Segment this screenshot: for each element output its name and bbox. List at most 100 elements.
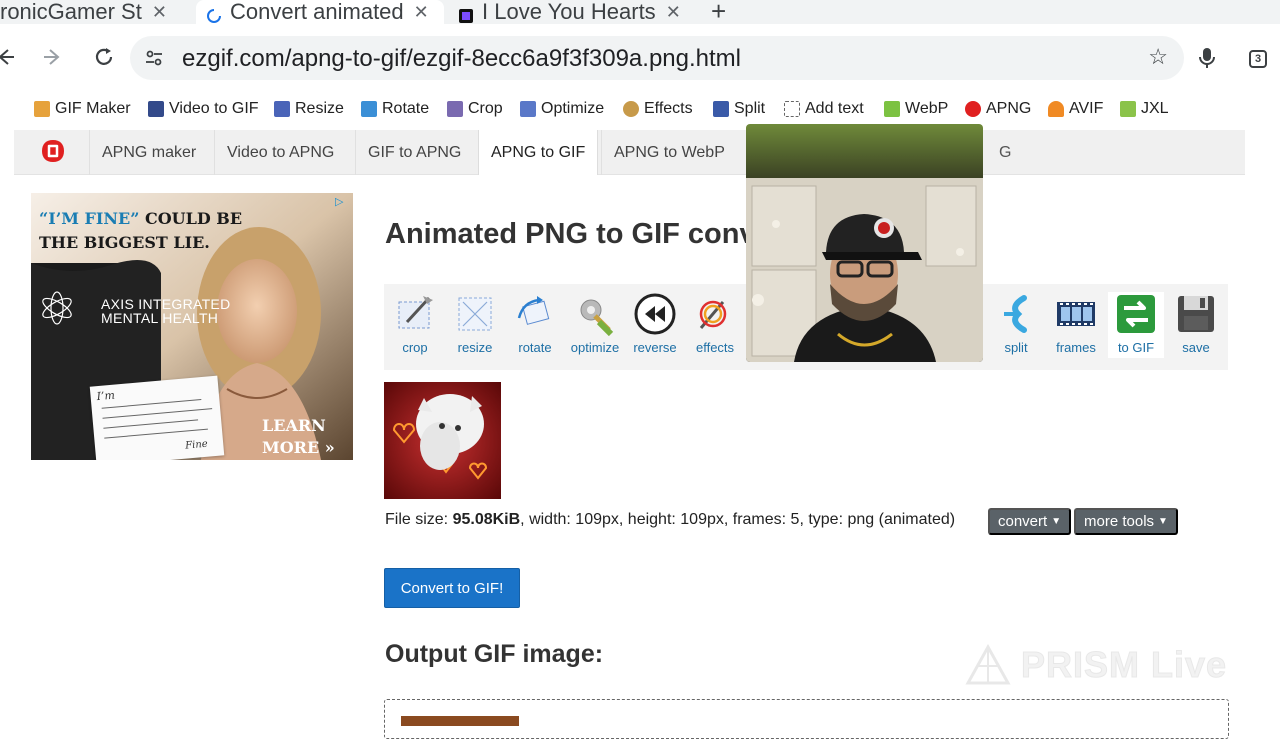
nav-item-rotate[interactable]: Rotate	[361, 100, 429, 118]
nav-item-effects[interactable]: Effects	[623, 100, 693, 118]
nav-item-video-to-gif[interactable]: Video to GIF	[148, 100, 259, 118]
resize-tool-icon	[458, 297, 492, 331]
browser-tab-active[interactable]: Convert animated ✕	[196, 0, 444, 24]
reverse-tool-icon	[634, 293, 676, 335]
prism-logo-icon	[965, 644, 1011, 685]
bookmark-star-icon[interactable]: ☆	[1148, 44, 1168, 70]
rotate-tool-icon	[517, 296, 550, 325]
tool-resize[interactable]: resize	[447, 292, 503, 358]
output-image-box	[384, 699, 1229, 739]
nav-item-label: WebP	[905, 100, 949, 117]
url-text[interactable]: ezgif.com/apng-to-gif/ezgif-8ecc6a9f3f30…	[182, 45, 741, 73]
nav-item-label: Split	[734, 100, 766, 117]
more-tools-dropdown-label: more tools	[1084, 513, 1155, 530]
ad-note-text: I’m	[96, 388, 116, 404]
tool-to-gif[interactable]: to GIF	[1108, 292, 1164, 358]
tool-frames[interactable]: frames	[1048, 292, 1104, 358]
reload-icon[interactable]	[91, 44, 117, 70]
convert-dropdown-label: convert	[998, 513, 1048, 530]
ad-cta-line: LEARN	[262, 416, 326, 435]
tool-rotate[interactable]: rotate	[507, 292, 563, 358]
tool-reverse[interactable]: reverse	[627, 292, 683, 358]
tool-split[interactable]: split	[988, 292, 1044, 358]
tool-effects[interactable]: effects	[687, 292, 743, 358]
nav-item-label: Add text	[805, 100, 864, 117]
nav-item-add-text[interactable]: Add text	[784, 100, 864, 118]
nav-item-optimize[interactable]: Optimize	[520, 100, 604, 118]
prism-live-watermark: PRISM Live	[965, 644, 1227, 686]
avif-icon	[1048, 101, 1064, 117]
address-bar[interactable]: ezgif.com/apng-to-gif/ezgif-8ecc6a9f3f30…	[130, 36, 1184, 80]
split-tool-icon	[1004, 295, 1027, 333]
nav-item-gif-maker[interactable]: GIF Maker	[34, 100, 131, 118]
tool-label: optimize	[570, 340, 620, 355]
apng-logo-icon[interactable]	[40, 138, 66, 164]
nav-item-crop[interactable]: Crop	[447, 100, 503, 118]
tab-video-to-apng[interactable]: Video to APNG	[214, 130, 346, 175]
close-icon[interactable]: ✕	[666, 2, 681, 23]
tool-label: reverse	[633, 340, 677, 355]
nav-item-resize[interactable]: Resize	[274, 100, 344, 118]
new-tab-button[interactable]: +	[711, 0, 726, 24]
nav-item-label: Optimize	[541, 100, 605, 117]
rotate-icon	[361, 101, 377, 117]
advertisement-banner[interactable]: “I’M FINE” COULD BE THE BIGGEST LIE. ▷ A…	[31, 193, 353, 460]
ad-note-scribble	[102, 408, 213, 419]
ad-headline-quote: “I’M FINE”	[39, 209, 140, 228]
crop-icon	[447, 101, 463, 117]
tool-save[interactable]: save	[1168, 292, 1224, 358]
to-gif-tool-icon	[1117, 295, 1155, 333]
browser-toolbar: ezgif.com/apng-to-gif/ezgif-8ecc6a9f3f30…	[0, 24, 1280, 90]
nav-item-webp[interactable]: WebP	[884, 100, 948, 118]
nav-item-label: JXL	[1141, 100, 1169, 117]
forward-icon[interactable]	[40, 44, 66, 70]
tab-gif-to-apng[interactable]: GIF to APNG	[355, 130, 473, 175]
browser-tab-title: I Love You Hearts	[482, 0, 656, 24]
close-icon[interactable]: ✕	[414, 2, 429, 23]
back-icon[interactable]	[0, 44, 18, 70]
site-settings-icon[interactable]	[144, 48, 164, 68]
nav-item-split[interactable]: Split	[713, 100, 765, 118]
microphone-icon[interactable]	[1196, 46, 1218, 70]
convert-to-gif-button[interactable]: Convert to GIF!	[384, 568, 520, 608]
tool-label: crop	[402, 340, 428, 355]
ad-headline: “I’M FINE” COULD BE THE BIGGEST LIE.	[39, 207, 279, 255]
page-title: Animated PNG to GIF conv	[385, 218, 756, 250]
tool-label: split	[1004, 340, 1028, 355]
tab-partially-hidden[interactable]: G	[999, 144, 1011, 162]
browser-tab[interactable]: ronicGamer St ✕	[0, 0, 188, 24]
save-tool-icon	[1178, 296, 1214, 332]
convert-dropdown-button[interactable]: convert ▼	[988, 508, 1072, 535]
webcam-overlay	[746, 124, 983, 362]
nav-item-label: AVIF	[1069, 100, 1104, 117]
split-icon	[713, 101, 729, 117]
film-icon	[148, 101, 164, 117]
ad-choices-icon[interactable]: ▷	[335, 195, 349, 209]
browser-tab[interactable]: I Love You Hearts ✕	[458, 0, 698, 24]
ad-brand: AXIS INTEGRATED MENTAL HEALTH	[101, 297, 230, 325]
palette-icon	[623, 101, 639, 117]
nav-item-jxl[interactable]: JXL	[1120, 100, 1169, 118]
nav-item-label: Crop	[468, 100, 503, 117]
tool-label: effects	[695, 340, 735, 355]
tool-optimize[interactable]: optimize	[567, 292, 623, 358]
browser-tab-title: Convert animated	[230, 0, 404, 24]
ad-handwritten-note: I’m Fine	[89, 375, 225, 460]
tab-count-button[interactable]: 3	[1249, 50, 1267, 68]
tab-apng-to-webp[interactable]: APNG to WebP	[601, 130, 737, 175]
nav-item-label: APNG	[986, 100, 1032, 117]
ad-learn-more[interactable]: LEARN MORE »	[262, 415, 335, 459]
caret-down-icon: ▼	[1051, 516, 1062, 527]
effects-tool-icon	[699, 300, 727, 329]
close-icon[interactable]: ✕	[152, 2, 167, 23]
apng-subnav: APNG maker Video to APNG GIF to APNG APN…	[14, 130, 1245, 175]
nav-item-apng[interactable]: APNG	[965, 100, 1031, 118]
tab-apng-to-gif[interactable]: APNG to GIF	[478, 130, 599, 175]
optimize-tool-icon	[580, 299, 614, 336]
ad-note-scribble	[104, 428, 208, 439]
nav-item-avif[interactable]: AVIF	[1048, 100, 1103, 118]
tool-crop[interactable]: crop	[387, 292, 443, 358]
tab-apng-maker[interactable]: APNG maker	[89, 130, 208, 175]
more-tools-dropdown-button[interactable]: more tools ▼	[1074, 508, 1178, 535]
apng-preview-image	[384, 382, 501, 499]
